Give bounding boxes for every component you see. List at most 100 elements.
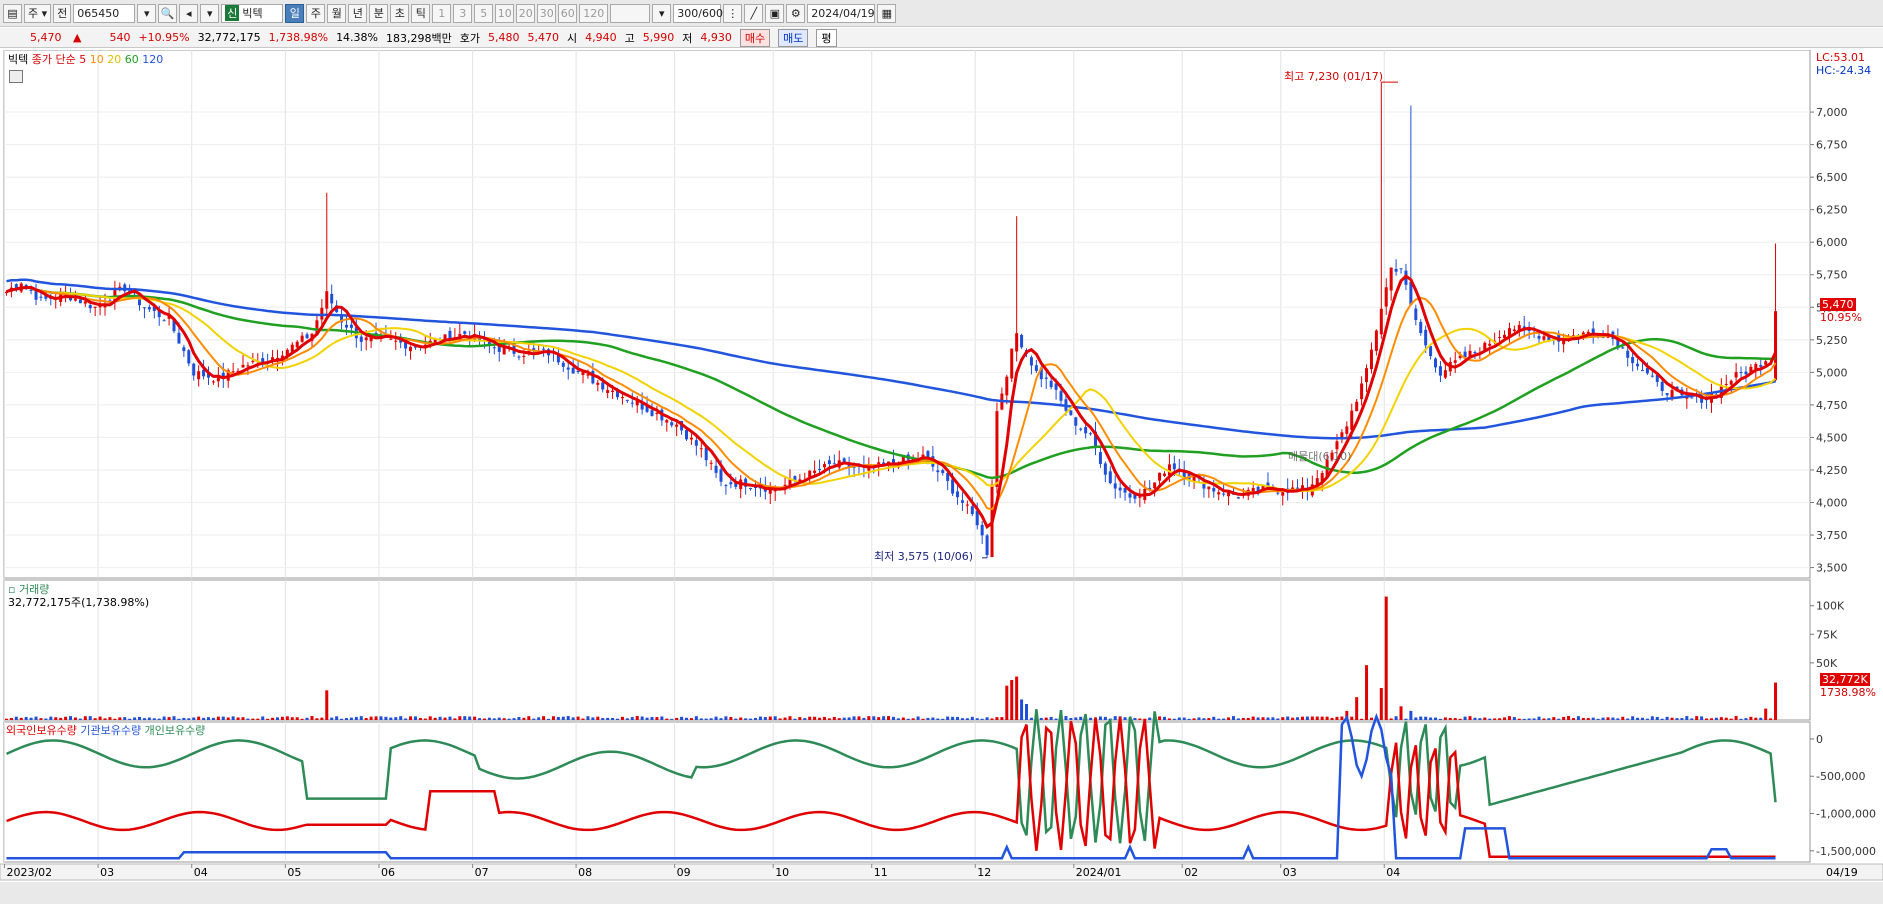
candle-body <box>1438 366 1442 376</box>
volume-bar <box>1478 718 1482 720</box>
volume-bar <box>69 716 73 720</box>
line-tool-icon[interactable]: ╱ <box>744 3 764 23</box>
save-icon[interactable]: ▣ <box>765 3 785 23</box>
volume-bar <box>1522 718 1526 720</box>
volume-bar <box>241 717 245 720</box>
high-label: 고 <box>624 31 635 45</box>
volume-bar <box>1670 717 1674 720</box>
interval-dropdown-icon[interactable]: ▾ <box>652 3 672 23</box>
interval-30[interactable]: 30 <box>537 3 557 23</box>
candle-body <box>1128 493 1132 498</box>
candle-body <box>1734 372 1738 378</box>
indicator-icon[interactable]: ⋮ <box>723 3 743 23</box>
volume-bar <box>1542 718 1546 720</box>
candle-body <box>359 336 363 342</box>
interval-10[interactable]: 10 <box>495 3 515 23</box>
volume-bar <box>1527 718 1531 720</box>
prev-arrow-icon[interactable]: ◂ <box>179 3 199 23</box>
chart-type-icon[interactable]: ▤ <box>3 3 22 23</box>
candle-body <box>142 307 146 309</box>
candle-body <box>93 306 97 308</box>
interval-3[interactable]: 3 <box>453 3 473 23</box>
period-day-tab[interactable]: 일 <box>285 3 305 23</box>
candle-body <box>709 462 713 464</box>
calendar-icon[interactable]: ▦ <box>877 3 897 23</box>
candle-body <box>1512 329 1516 332</box>
candle-body <box>827 460 831 465</box>
settings-gear-icon[interactable]: ⚙ <box>786 3 806 23</box>
panel-settings-icon[interactable] <box>9 70 23 83</box>
volume-bar <box>4 718 8 720</box>
stock-name-field[interactable]: 신 빅텍 <box>221 3 284 23</box>
volume-bar <box>926 717 930 720</box>
volume-bar <box>896 718 900 720</box>
candle-body <box>305 334 309 339</box>
volume-bar <box>1197 717 1201 720</box>
count-input[interactable]: 300/600 <box>673 3 723 23</box>
volume-bar <box>1394 716 1398 720</box>
period-tick-tab[interactable]: 틱 <box>411 3 431 23</box>
price-tick-label: 6,500 <box>1816 171 1848 184</box>
volume-bar <box>1320 716 1324 720</box>
volume-bar <box>369 716 373 720</box>
volume-bar <box>1113 716 1117 720</box>
candle-body <box>1488 343 1492 346</box>
volume-bar <box>1744 718 1748 720</box>
stock-name: 빅텍 <box>242 7 263 20</box>
buy-button[interactable]: 매수 <box>739 28 771 47</box>
candle-body <box>1419 321 1423 334</box>
x-axis-label: 04 <box>194 866 208 879</box>
interval-60[interactable]: 60 <box>558 3 578 23</box>
period-year-tab[interactable]: 년 <box>348 3 368 23</box>
interval-5[interactable]: 5 <box>474 3 494 23</box>
volume-bar <box>261 716 265 720</box>
interval-1[interactable]: 1 <box>432 3 452 23</box>
holdings-legend: 외국인보유수량 기관보유수량 개인보유수량 <box>6 722 205 738</box>
volume-bar <box>1493 718 1497 720</box>
period-second-tab[interactable]: 초 <box>390 3 410 23</box>
candle-body <box>1049 380 1053 388</box>
candle-body <box>177 332 181 344</box>
hc-value: HC:-24.34 <box>1816 64 1872 77</box>
candle-body <box>1562 340 1566 345</box>
volume-bar <box>468 716 472 720</box>
code-dropdown-icon[interactable]: ▾ <box>137 3 157 23</box>
candle-body <box>1098 452 1102 464</box>
sell-button[interactable]: 매도 <box>778 28 809 47</box>
volume-bar <box>9 717 13 720</box>
volume-bar <box>941 718 945 720</box>
code-prefix-button[interactable]: 전 <box>53 3 72 23</box>
interval-120[interactable]: 120 <box>579 3 609 23</box>
volume-bar <box>266 718 270 720</box>
volume-bar <box>1764 708 1768 720</box>
volume-bar <box>418 718 422 720</box>
volume-bar <box>803 718 807 720</box>
volume-bar <box>1005 685 1009 720</box>
volume-bar <box>335 716 339 720</box>
volume-bar <box>1774 682 1778 720</box>
interval-20[interactable]: 20 <box>516 3 536 23</box>
volume-bar <box>596 716 600 720</box>
volume-bar <box>315 718 319 720</box>
volume-bar <box>827 718 831 720</box>
x-axis-label: 09 <box>677 866 691 879</box>
stock-chart[interactable]: 2023/02 03 04 05 06 07 08 09 10 11 12 2024/01 02 03 04… <box>0 50 1883 904</box>
candle-body <box>162 320 166 322</box>
candle-body <box>73 298 77 301</box>
period-month-tab[interactable]: 월 <box>327 3 347 23</box>
search-icon[interactable]: 🔍 <box>158 3 178 23</box>
date-input[interactable]: 2024/04/19 <box>807 3 876 23</box>
stock-code-input[interactable]: 065450 <box>73 3 136 23</box>
period-minute-tab[interactable]: 분 <box>369 3 389 23</box>
candle-body <box>1453 360 1457 363</box>
candle-body <box>1217 492 1221 495</box>
volume-bar <box>645 717 649 720</box>
candle-body <box>389 338 393 340</box>
period-week-tab[interactable]: 주 <box>306 3 326 23</box>
volume-bar <box>1636 717 1640 720</box>
dropdown-icon[interactable]: ▾ <box>200 3 220 23</box>
period-type-select[interactable]: 주 ▾ <box>24 3 52 23</box>
evaluate-button[interactable]: 평 <box>816 28 837 47</box>
custom-interval-input[interactable] <box>610 3 651 23</box>
candle-body <box>611 390 615 393</box>
